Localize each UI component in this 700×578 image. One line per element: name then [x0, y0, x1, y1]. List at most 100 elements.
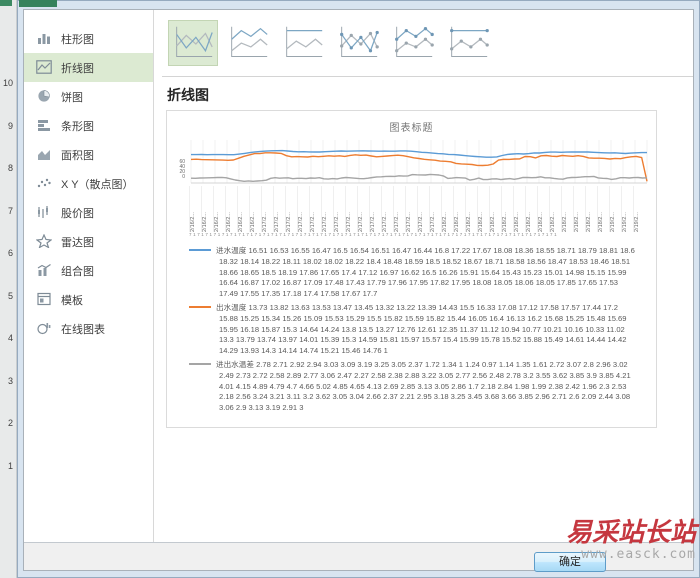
x-tick-label: 2/16/2...	[213, 186, 225, 232]
sidebar-item-label: 在线图表	[61, 323, 105, 336]
combo-chart-icon	[36, 263, 54, 278]
x-tick-label: 2/16/2...	[201, 186, 213, 232]
sidebar-item-label: 折线图	[61, 62, 94, 75]
x-tick-label: 2/18/2...	[597, 186, 609, 232]
x-tick-label: 2/17/2...	[297, 186, 309, 232]
x-tick-label: 2/18/2...	[525, 186, 537, 232]
x-tick-label: 2/18/2...	[513, 186, 525, 232]
y-axis-ticks: 60 40 20 0	[171, 160, 187, 180]
x-tick-label: 2/18/2...	[537, 186, 549, 232]
x-tick-label: 2/18/2...	[585, 186, 597, 232]
x-tick-label: 2/17/2...	[429, 186, 441, 232]
chart-subtype-100-stacked-line[interactable]	[278, 20, 328, 66]
sidebar-item-combo-chart[interactable]: 组合图	[24, 256, 153, 285]
x-tick-label: 2/17/2...	[261, 186, 273, 232]
sidebar-item-label: 模板	[61, 294, 83, 307]
sidebar-item-label: 雷达图	[61, 236, 94, 249]
subtype-separator	[162, 76, 693, 77]
sidebar-item-stock-chart[interactable]: 股价图	[24, 198, 153, 227]
x-tick-label: 2/17/2...	[417, 186, 429, 232]
chart-subtype-stacked-line-with-markers[interactable]	[388, 20, 438, 66]
excel-row-header: 10 9 8 7 6 5 4 3 2 1	[0, 0, 17, 578]
sidebar-item-column-chart[interactable]: 柱形图	[24, 24, 153, 53]
sidebar-item-area-chart[interactable]: 面积图	[24, 140, 153, 169]
radar-chart-icon	[35, 233, 54, 249]
excel-green-fragment	[19, 0, 57, 7]
chart-subtype-line-with-markers[interactable]	[333, 20, 383, 66]
sidebar-item-template[interactable]: 模板	[24, 285, 153, 314]
chart-subtype-line[interactable]	[168, 20, 218, 66]
excel-row-number: 4	[7, 333, 13, 343]
excel-row-number: 2	[7, 418, 13, 428]
excel-row-number: 5	[7, 290, 13, 301]
legend-text: 出水温度 13.73 13.82 13.63 13.53 13.47 13.45…	[216, 302, 627, 356]
legend-swatch	[189, 305, 211, 308]
line-chart-icon	[36, 60, 54, 75]
x-tick-label: 2/18/2...	[549, 186, 561, 232]
watermark-title: 易采站长站	[565, 518, 696, 548]
x-tick-label: 2/18/2...	[441, 186, 453, 232]
stock-chart-icon	[36, 205, 54, 220]
x-tick-label: 2/18/2...	[453, 186, 465, 232]
excel-row-number: 8	[7, 163, 13, 173]
chart-type-main-pane: 折线图 图表标题 60 40 20 0 2/16/2... 2/16/2... 2/16/…	[154, 10, 693, 542]
legend-entry: 出水温度 13.73 13.82 13.63 13.53 13.47 13.45…	[189, 303, 638, 357]
bar-chart-icon	[36, 118, 54, 133]
sidebar-item-label: 面积图	[61, 149, 94, 162]
x-tick-label: 2/16/2...	[225, 186, 237, 232]
x-tick-label: 2/17/2...	[405, 186, 417, 232]
legend-swatch	[189, 362, 211, 365]
sidebar-item-scatter-chart[interactable]: X Y（散点图）	[24, 169, 153, 198]
sidebar-item-bar-chart[interactable]: 条形图	[24, 111, 153, 140]
x-tick-label: 2/19/2...	[633, 186, 645, 232]
watermark-url: www.easck.com	[581, 547, 696, 562]
x-tick-label: 2/17/2...	[321, 186, 333, 232]
chart-preview[interactable]: 图表标题 60 40 20 0 2/16/2... 2/16/2... 2/16/2...…	[166, 110, 657, 428]
sidebar-item-pie-chart[interactable]: 饼图	[24, 82, 153, 111]
x-tick-label: 2/18/2...	[477, 186, 489, 232]
chart-subtype-100-stacked-line-with-markers[interactable]	[443, 20, 493, 66]
excel-row-number: 1	[7, 460, 13, 471]
x-tick-label: 2/18/2...	[573, 186, 585, 232]
sidebar-item-online-chart[interactable]: 在线图表	[24, 314, 153, 343]
column-chart-icon	[36, 31, 54, 46]
sidebar-item-radar-chart[interactable]: 雷达图	[24, 227, 153, 256]
y-tick-label: 0	[182, 174, 185, 180]
excel-row-number: 6	[7, 248, 13, 258]
insert-chart-dialog: 柱形图 折线图 饼图 条形图 面积图 X Y（散点图） 股价图 雷达图 组合图 模板 在线图表 折线…	[17, 0, 700, 578]
section-title: 折线图	[167, 87, 209, 103]
x-tick-label: 2/16/2...	[249, 186, 261, 232]
x-tick-label: 2/17/2...	[309, 186, 321, 232]
x-tick-label: 2/17/2...	[333, 186, 345, 232]
x-tick-label: 2/19/2...	[621, 186, 633, 232]
chart-subtype-stacked-line[interactable]	[223, 20, 273, 66]
legend-text: 进水温度 16.51 16.53 16.55 16.47 16.5 16.54 …	[216, 246, 635, 299]
x-tick-label: 2/18/2...	[465, 186, 477, 232]
area-chart-icon	[36, 147, 54, 162]
sidebar-item-label: 组合图	[61, 265, 94, 278]
pie-chart-icon	[36, 89, 54, 104]
x-tick-label: 2/17/2...	[345, 186, 357, 232]
sidebar-item-label: 柱形图	[61, 33, 94, 46]
x-tick-label: 2/18/2...	[501, 186, 513, 232]
x-tick-label: 2/17/2...	[369, 186, 381, 232]
excel-row-number: 3	[7, 375, 13, 386]
legend-entry: 进出水温差 2.78 2.71 2.92 2.94 3.03 3.09 3.19…	[189, 360, 638, 414]
x-tick-label: 2/17/2...	[285, 186, 297, 232]
scatter-chart-icon	[36, 176, 54, 191]
x-axis-labels: 2/16/2... 2/16/2... 2/16/2... 2/16/2... 2/16…	[189, 186, 645, 232]
x-tick-label: 2/17/2...	[381, 186, 393, 232]
chart-title: 图表标题	[389, 123, 434, 134]
x-tick-label: 2/17/2...	[393, 186, 405, 232]
x-tick-label: 2/18/2...	[561, 186, 573, 232]
sidebar-item-line-chart[interactable]: 折线图	[24, 53, 153, 82]
x-tick-label: 2/19/2...	[609, 186, 621, 232]
x-tick-label: 2/17/2...	[273, 186, 285, 232]
dialog-content: 柱形图 折线图 饼图 条形图 面积图 X Y（散点图） 股价图 雷达图 组合图 模板 在线图表 折线…	[24, 10, 693, 543]
sidebar-item-label: 饼图	[61, 91, 83, 104]
x-tick-label: 2/17/2...	[357, 186, 369, 232]
legend-text: 进出水温差 2.78 2.71 2.92 2.94 3.03 3.09 3.19…	[216, 359, 631, 413]
sidebar-item-label: 条形图	[61, 120, 94, 133]
excel-sheet-fragment	[0, 0, 12, 6]
excel-row-number: 9	[7, 120, 13, 131]
